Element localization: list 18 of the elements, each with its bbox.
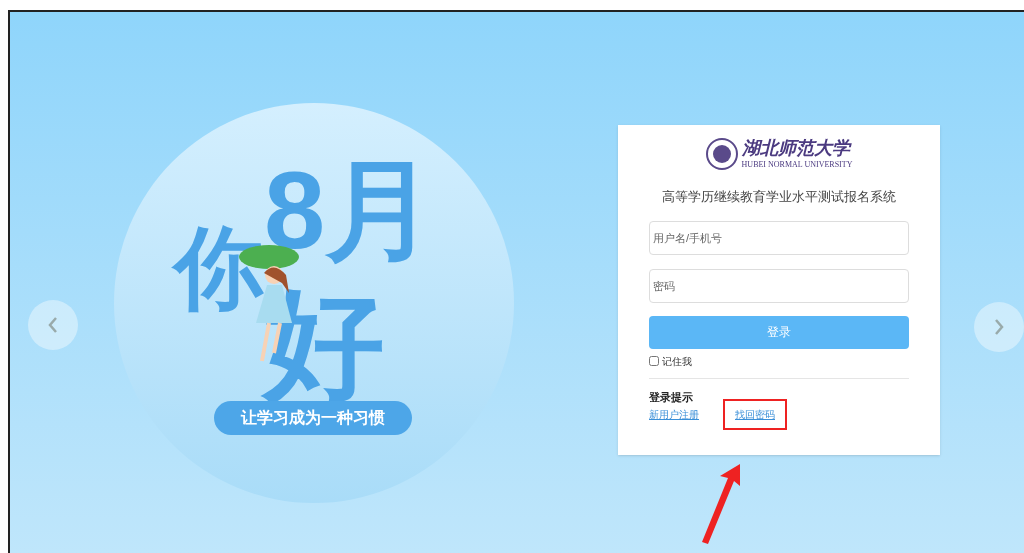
previous-slide-button[interactable] bbox=[28, 300, 78, 350]
next-slide-button[interactable] bbox=[974, 302, 1024, 352]
login-button[interactable]: 登录 bbox=[649, 315, 909, 349]
remember-label: 记住我 bbox=[662, 354, 692, 369]
chevron-right-icon bbox=[992, 317, 1006, 337]
university-emblem-icon bbox=[705, 137, 738, 170]
month-heading: 8月 bbox=[264, 154, 436, 265]
university-english-name: HUBEI NORMAL UNIVERSITY bbox=[741, 159, 853, 171]
tip-link[interactable]: 找回密码 bbox=[725, 401, 785, 428]
slogan-banner: 让学习成为一种习惯 bbox=[214, 400, 412, 435]
chevron-left-icon bbox=[46, 315, 60, 335]
username-field[interactable]: 用户名/手机号 bbox=[649, 220, 909, 255]
tip-link[interactable]: 新用户注册 bbox=[649, 407, 699, 422]
tips-heading: 登录提示 bbox=[649, 389, 694, 405]
password-field[interactable]: 密码 bbox=[649, 268, 909, 303]
university-name: 湖北师范大学 bbox=[741, 136, 850, 159]
system-title: 高等学历继续教育学业水平测试报名系统 bbox=[661, 188, 897, 206]
remember-checkbox[interactable] bbox=[649, 356, 659, 366]
